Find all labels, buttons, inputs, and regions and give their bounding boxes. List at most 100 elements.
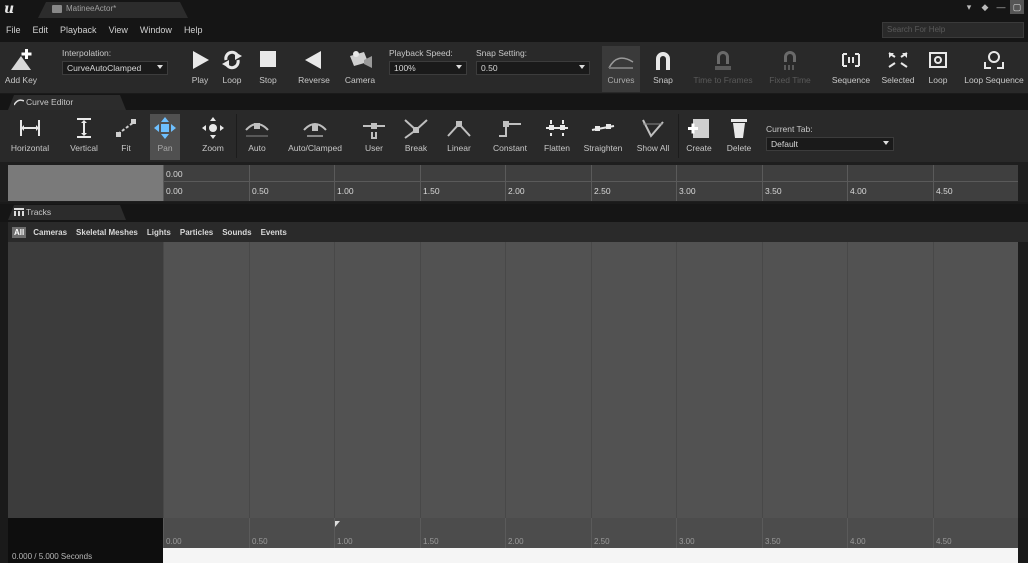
timeline-ruler[interactable]: 0.00 0.50 1.00 1.50 2.00 2.50 3.00 3.50 4.00 4.50 [163, 518, 1018, 548]
zoom-mode-button[interactable]: Zoom [196, 114, 230, 160]
ruler-tick-label: 3.50 [765, 186, 782, 196]
ruler-tick-line [163, 165, 164, 201]
zoom-loop-button[interactable]: Loop [922, 46, 954, 92]
create-icon [688, 119, 709, 138]
curve-graph-ruler[interactable]: 0.00 0.00 0.50 1.00 1.50 2.00 2.50 3.00 3.50 4.0… [163, 165, 1018, 201]
loop-sequence-icon [984, 51, 1004, 69]
curves-toggle[interactable]: Curves [602, 46, 640, 92]
toolbar-separator [678, 114, 679, 158]
filter-all[interactable]: All [12, 226, 27, 238]
reverse-button[interactable]: Reverse [292, 46, 336, 92]
filter-particles[interactable]: Particles [178, 227, 215, 238]
interp-linear-button[interactable]: Linear [440, 114, 478, 160]
add-key-button[interactable]: Add Key [4, 46, 38, 92]
magnet-fixed-icon [784, 51, 796, 70]
notifications-icon[interactable]: ▾ [962, 0, 976, 14]
tangent-break-button[interactable]: Break [398, 114, 434, 160]
filter-skeletal-meshes[interactable]: Skeletal Meshes [74, 227, 140, 238]
ruler-tick-label: 1.00 [337, 186, 354, 196]
timeline-tick-line [420, 518, 421, 548]
tracks-icon [14, 208, 24, 216]
snap-setting-value: 0.50 [481, 63, 498, 73]
menu-help[interactable]: Help [184, 25, 203, 35]
ruler-tick-label: 0.50 [252, 186, 269, 196]
tangent-auto-button[interactable]: Auto [242, 114, 272, 160]
interp-constant-button[interactable]: Constant [486, 114, 534, 160]
fit-vertical-button[interactable]: Vertical [64, 114, 104, 160]
selected-icon [888, 52, 908, 68]
curve-editor-tab[interactable]: Curve Editor [8, 95, 126, 110]
minimize-button[interactable]: — [994, 0, 1008, 14]
loop-icon [222, 50, 242, 70]
snap-toggle[interactable]: Snap [648, 46, 678, 92]
timeline-tick-label: 1.50 [423, 537, 439, 546]
fixed-time-toggle[interactable]: Fixed Time [764, 46, 816, 92]
maximize-button[interactable]: ▢ [1010, 0, 1024, 14]
playback-speed-label: Playback Speed: [389, 48, 453, 58]
zoom-sequence-button[interactable]: Sequence [826, 46, 876, 92]
loop-zoom-icon [929, 52, 947, 68]
interpolation-dropdown[interactable]: CurveAutoClamped [62, 61, 168, 75]
curve-editor-toolbar: Horizontal Vertical Fit Pan Zoom Auto Au… [0, 110, 1028, 162]
straighten-label: Straighten [583, 143, 623, 153]
current-tab-dropdown[interactable]: Default [766, 137, 894, 151]
document-tab[interactable]: MatineeActor* [38, 2, 188, 18]
tangent-auto-clamped-button[interactable]: Auto/Clamped [282, 114, 348, 160]
menu-playback[interactable]: Playback [60, 25, 97, 35]
tangent-user-button[interactable]: User [356, 114, 392, 160]
curve-label-column [8, 165, 163, 201]
menu-bar: File Edit Playback View Window Help [0, 18, 1028, 42]
menu-window[interactable]: Window [140, 25, 172, 35]
time-to-frames-toggle[interactable]: Time to Frames [688, 46, 758, 92]
horizontal-fit-icon [20, 120, 40, 136]
play-button[interactable]: Play [186, 46, 214, 92]
timeline-grid-line [591, 242, 592, 518]
playback-speed-dropdown[interactable]: 100% [389, 61, 467, 75]
track-timeline-area[interactable] [163, 242, 1018, 518]
menu-view[interactable]: View [109, 25, 128, 35]
track-list-panel[interactable] [8, 242, 163, 518]
delete-tab-button[interactable]: Delete [722, 114, 756, 160]
unreal-logo-icon[interactable]: u [4, 1, 24, 17]
timeline-tick-line [762, 518, 763, 548]
zoom-selected-button[interactable]: Selected [878, 46, 918, 92]
zoom-label: Zoom [202, 143, 224, 153]
show-all-button[interactable]: Show All [632, 114, 674, 160]
timeline-tick-label: 3.00 [679, 537, 695, 546]
pan-mode-button[interactable]: Pan [150, 114, 180, 160]
playhead-marker[interactable] [335, 521, 340, 527]
ruler-tick-label: 4.50 [936, 186, 953, 196]
break-tangent-icon [404, 119, 428, 139]
ruler-tick-line [505, 165, 506, 201]
ruler-tick-line [249, 165, 250, 201]
straighten-button[interactable]: Straighten [578, 114, 628, 160]
timeline-tick-line [334, 518, 335, 548]
filter-sounds[interactable]: Sounds [220, 227, 253, 238]
flatten-button[interactable]: Flatten [540, 114, 574, 160]
auto-clamped-tangent-icon [303, 123, 327, 137]
fit-horizontal-button[interactable]: Horizontal [6, 114, 54, 160]
play-icon [193, 51, 209, 69]
create-tab-button[interactable]: Create [682, 114, 716, 160]
show-all-label: Show All [636, 143, 670, 153]
add-key-label: Add Key [4, 75, 38, 85]
auto-label: Auto [248, 143, 266, 153]
timeline-scrub-bar[interactable] [163, 548, 1018, 563]
tracks-tab[interactable]: Tracks [8, 205, 126, 220]
menu-file[interactable]: File [6, 25, 21, 35]
magnet-frames-icon [715, 51, 731, 70]
constant-icon [499, 121, 521, 137]
pin-icon[interactable]: ◆ [978, 0, 992, 14]
search-help-input[interactable]: Search For Help [882, 22, 1024, 38]
filter-events[interactable]: Events [259, 227, 289, 238]
fit-button[interactable]: Fit [112, 114, 140, 160]
snap-setting-dropdown[interactable]: 0.50 [476, 61, 590, 75]
loop-button[interactable]: Loop [218, 46, 246, 92]
menu-edit[interactable]: Edit [33, 25, 49, 35]
camera-button[interactable]: Camera [344, 46, 376, 92]
filter-lights[interactable]: Lights [145, 227, 173, 238]
stop-button[interactable]: Stop [254, 46, 282, 92]
filter-cameras[interactable]: Cameras [31, 227, 69, 238]
tracks-scrollbar[interactable] [1018, 242, 1028, 518]
zoom-loop-sequence-button[interactable]: Loop Sequence [962, 46, 1026, 92]
